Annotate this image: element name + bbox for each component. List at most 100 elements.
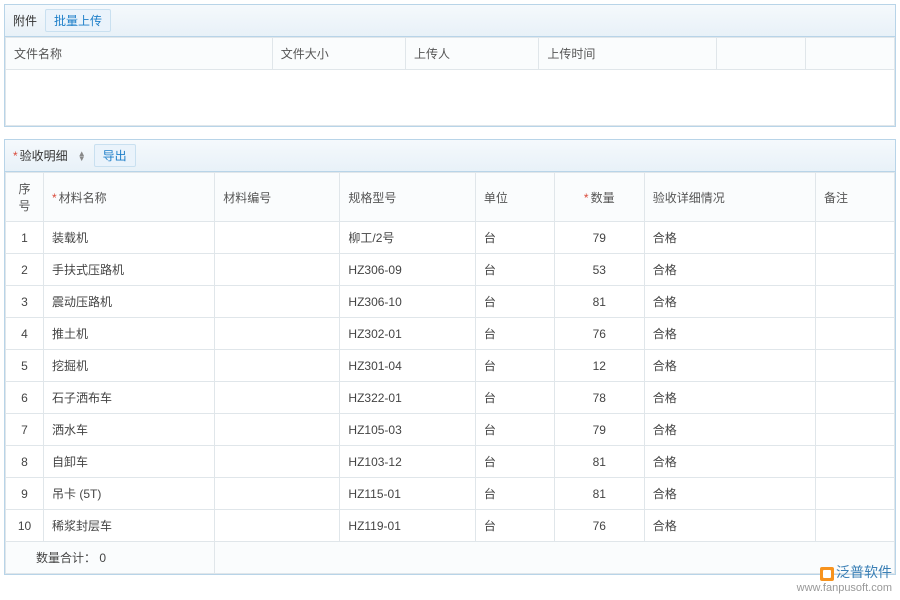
cell-qty: 79 (554, 222, 644, 254)
cell-remark (816, 446, 895, 478)
col-code: 材料编号 (215, 173, 340, 222)
cell-unit: 台 (475, 510, 554, 542)
cell-name: 手扶式压路机 (44, 254, 215, 286)
cell-unit: 台 (475, 414, 554, 446)
cell-status: 合格 (644, 382, 815, 414)
cell-remark (816, 254, 895, 286)
cell-unit: 台 (475, 446, 554, 478)
total-label: 数量合计： 0 (6, 542, 215, 574)
cell-remark (816, 510, 895, 542)
cell-remark (816, 478, 895, 510)
col-num: 序号 (6, 173, 44, 222)
cell-name: 推土机 (44, 318, 215, 350)
cell-qty: 81 (554, 478, 644, 510)
cell-qty: 76 (554, 318, 644, 350)
table-row[interactable]: 1装载机柳工/2号台79合格 (6, 222, 895, 254)
total-row: 数量合计： 0 (6, 542, 895, 574)
cell-qty: 81 (554, 446, 644, 478)
cell-status: 合格 (644, 510, 815, 542)
cell-status: 合格 (644, 318, 815, 350)
cell-status: 合格 (644, 254, 815, 286)
attachment-table: 文件名称 文件大小 上传人 上传时间 (5, 37, 895, 126)
col-name: *材料名称 (44, 173, 215, 222)
cell-code (215, 446, 340, 478)
cell-unit: 台 (475, 222, 554, 254)
cell-name: 石子洒布车 (44, 382, 215, 414)
cell-num: 9 (6, 478, 44, 510)
cell-status: 合格 (644, 222, 815, 254)
col-filename: 文件名称 (6, 38, 273, 70)
cell-qty: 78 (554, 382, 644, 414)
col-action1 (717, 38, 806, 70)
cell-unit: 台 (475, 478, 554, 510)
cell-num: 5 (6, 350, 44, 382)
cell-spec: HZ306-09 (340, 254, 475, 286)
cell-num: 7 (6, 414, 44, 446)
detail-title: *验收明细 (13, 147, 68, 164)
table-row[interactable]: 6石子洒布车 HZ322-01台78合格 (6, 382, 895, 414)
col-remark: 备注 (816, 173, 895, 222)
cell-num: 1 (6, 222, 44, 254)
watermark: 泛普软件 www.fanpusoft.com (797, 562, 892, 594)
cell-code (215, 510, 340, 542)
col-uploader: 上传人 (406, 38, 539, 70)
cell-spec: HZ115-01 (340, 478, 475, 510)
cell-name: 挖掘机 (44, 350, 215, 382)
col-qty: *数量 (554, 173, 644, 222)
cell-status: 合格 (644, 350, 815, 382)
col-unit: 单位 (475, 173, 554, 222)
detail-table: 序号 *材料名称 材料编号 规格型号 单位 *数量 验收详细情况 备注 1装载机… (5, 172, 895, 574)
cell-remark (816, 350, 895, 382)
table-row[interactable]: 8自卸车 HZ103-12台81合格 (6, 446, 895, 478)
attachment-panel: 附件 批量上传 文件名称 文件大小 上传人 上传时间 (4, 4, 896, 127)
sort-icon[interactable]: ▲▼ (78, 151, 86, 161)
cell-unit: 台 (475, 382, 554, 414)
table-row[interactable]: 3震动压路机HZ306-10台81合格 (6, 286, 895, 318)
cell-code (215, 414, 340, 446)
cell-status: 合格 (644, 286, 815, 318)
cell-num: 6 (6, 382, 44, 414)
cell-num: 2 (6, 254, 44, 286)
cell-name: 自卸车 (44, 446, 215, 478)
table-row[interactable]: 10稀浆封层车HZ119-01台76合格 (6, 510, 895, 542)
attachment-title: 附件 (13, 12, 37, 29)
cell-status: 合格 (644, 478, 815, 510)
cell-unit: 台 (475, 286, 554, 318)
table-row[interactable]: 4推土机 HZ302-01台76合格 (6, 318, 895, 350)
cell-name: 震动压路机 (44, 286, 215, 318)
table-row[interactable]: 5挖掘机HZ301-04台12合格 (6, 350, 895, 382)
cell-qty: 79 (554, 414, 644, 446)
cell-spec: HZ103-12 (340, 446, 475, 478)
cell-spec: 柳工/2号 (340, 222, 475, 254)
cell-num: 10 (6, 510, 44, 542)
bulk-upload-button[interactable]: 批量上传 (45, 9, 111, 32)
cell-spec: HZ301-04 (340, 350, 475, 382)
cell-remark (816, 318, 895, 350)
cell-code (215, 286, 340, 318)
cell-num: 3 (6, 286, 44, 318)
cell-num: 8 (6, 446, 44, 478)
table-row[interactable]: 7洒水车HZ105-03台79合格 (6, 414, 895, 446)
table-row[interactable]: 2手扶式压路机HZ306-09台53合格 (6, 254, 895, 286)
cell-unit: 台 (475, 254, 554, 286)
cell-qty: 12 (554, 350, 644, 382)
table-row[interactable]: 9吊卡 (5T)HZ115-01台81合格 (6, 478, 895, 510)
cell-code (215, 222, 340, 254)
cell-status: 合格 (644, 414, 815, 446)
cell-spec: HZ302-01 (340, 318, 475, 350)
cell-spec: HZ322-01 (340, 382, 475, 414)
cell-num: 4 (6, 318, 44, 350)
col-status: 验收详细情况 (644, 173, 815, 222)
detail-header-row: 序号 *材料名称 材料编号 规格型号 单位 *数量 验收详细情况 备注 (6, 173, 895, 222)
cell-code (215, 254, 340, 286)
cell-code (215, 318, 340, 350)
cell-unit: 台 (475, 318, 554, 350)
export-button[interactable]: 导出 (94, 144, 136, 167)
cell-qty: 76 (554, 510, 644, 542)
cell-status: 合格 (644, 446, 815, 478)
detail-header: *验收明细 ▲▼ 导出 (5, 140, 895, 172)
cell-qty: 81 (554, 286, 644, 318)
cell-spec: HZ119-01 (340, 510, 475, 542)
cell-remark (816, 414, 895, 446)
attachment-header: 附件 批量上传 (5, 5, 895, 37)
